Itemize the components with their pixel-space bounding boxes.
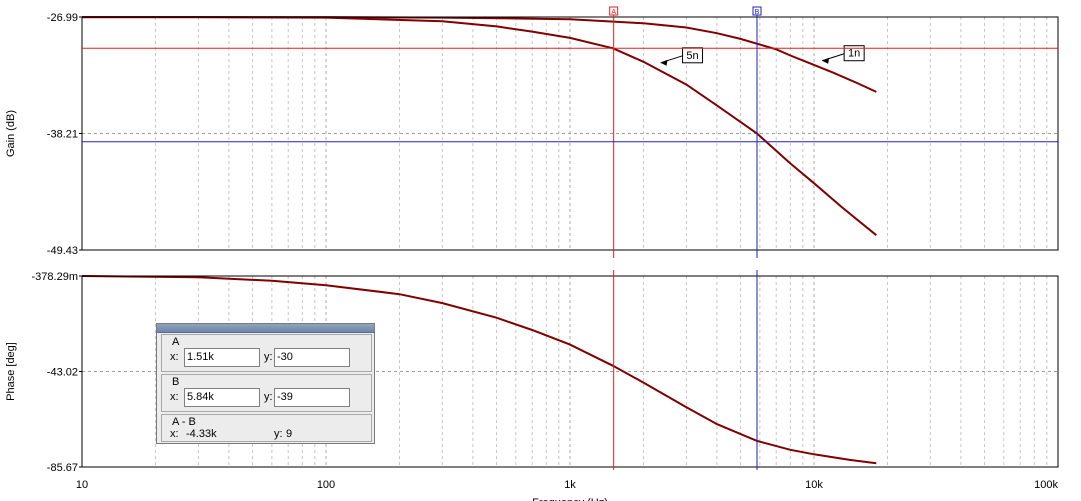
- cursor-a-x-label: x:: [170, 351, 179, 363]
- phase-y-tick-label: -85.67: [47, 462, 78, 474]
- cursor-b-y-field[interactable]: -39: [274, 388, 350, 407]
- annotation-label-5n: 5n: [686, 50, 698, 62]
- annotation-label-1n: 1n: [848, 48, 860, 60]
- cursor-readout-panel: A x: 1.51k y: -30 B x: 5.84k y: -39 A - …: [156, 323, 375, 444]
- cursor-diff-x-label: x:: [170, 428, 179, 440]
- cursor-panel-titlebar[interactable]: [157, 324, 374, 333]
- cursor-a-label: A: [172, 336, 180, 348]
- cursor-b-group: B x: 5.84k y: -39: [161, 374, 372, 412]
- x-tick-label: 10k: [805, 479, 823, 491]
- cursor-a-x-field[interactable]: 1.51k: [184, 348, 260, 367]
- cursor-a-handle-label: A: [611, 9, 616, 16]
- cursor-diff-y-label: y:: [274, 428, 283, 440]
- cursor-diff-group: A - B x: -4.33k y: 9: [161, 414, 372, 442]
- gain-y-tick-label: -49.43: [47, 245, 78, 257]
- cursor-diff-x-value: -4.33k: [186, 428, 217, 440]
- cursor-b-x-label: x:: [170, 391, 179, 403]
- phase-y-tick-label: -43.02: [47, 367, 78, 379]
- x-tick-label: 100: [317, 479, 335, 491]
- cursor-b-handle-label: B: [755, 9, 760, 16]
- cursor-a-y-label: y:: [264, 351, 273, 363]
- gain-y-tick-label: -26.99: [47, 12, 78, 24]
- gain-y-axis-label: Gain (dB): [5, 110, 17, 157]
- cursor-a-group: A x: 1.51k y: -30: [161, 334, 372, 372]
- x-tick-label: 1k: [564, 479, 576, 491]
- x-tick-label: 100k: [1034, 479, 1058, 491]
- cursor-b-y-label: y:: [264, 391, 273, 403]
- phase-y-axis-label: Phase [deg]: [5, 342, 17, 401]
- cursor-a-y-field[interactable]: -30: [274, 348, 350, 367]
- cursor-b-x-field[interactable]: 5.84k: [184, 388, 260, 407]
- cursor-b-label: B: [172, 376, 180, 388]
- gain-y-tick-label: -38.21: [47, 129, 78, 141]
- x-tick-label: 10: [76, 479, 88, 491]
- x-axis-label: Frequency (Hz): [532, 497, 608, 501]
- cursor-diff-y-value: 9: [286, 428, 293, 440]
- phase-y-tick-label: -378.29m: [32, 271, 78, 283]
